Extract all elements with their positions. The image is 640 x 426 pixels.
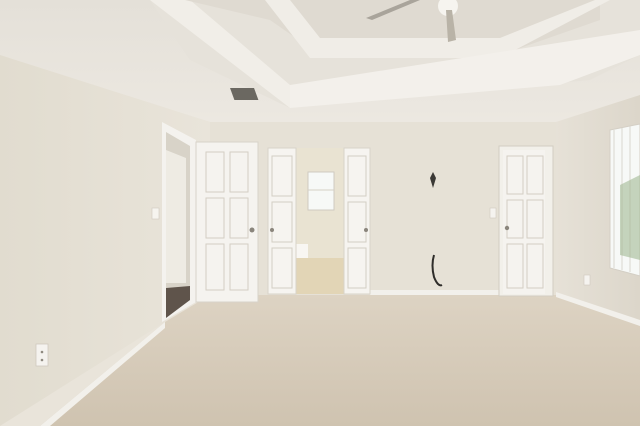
baseboard-back xyxy=(370,290,500,295)
ceiling-vent xyxy=(230,88,259,100)
light-switch xyxy=(151,207,160,220)
bedroom-illustration xyxy=(0,0,640,426)
thermostat-plate xyxy=(489,207,497,219)
hallway-doorway xyxy=(162,122,196,322)
wall-outlet-right xyxy=(583,274,591,286)
closet-door-right xyxy=(498,145,554,297)
wall-outlet-left xyxy=(35,343,49,367)
bedroom-photo xyxy=(0,0,640,426)
window-right xyxy=(609,123,640,277)
closet-door-left xyxy=(195,141,259,303)
bathroom-entry xyxy=(267,147,371,295)
